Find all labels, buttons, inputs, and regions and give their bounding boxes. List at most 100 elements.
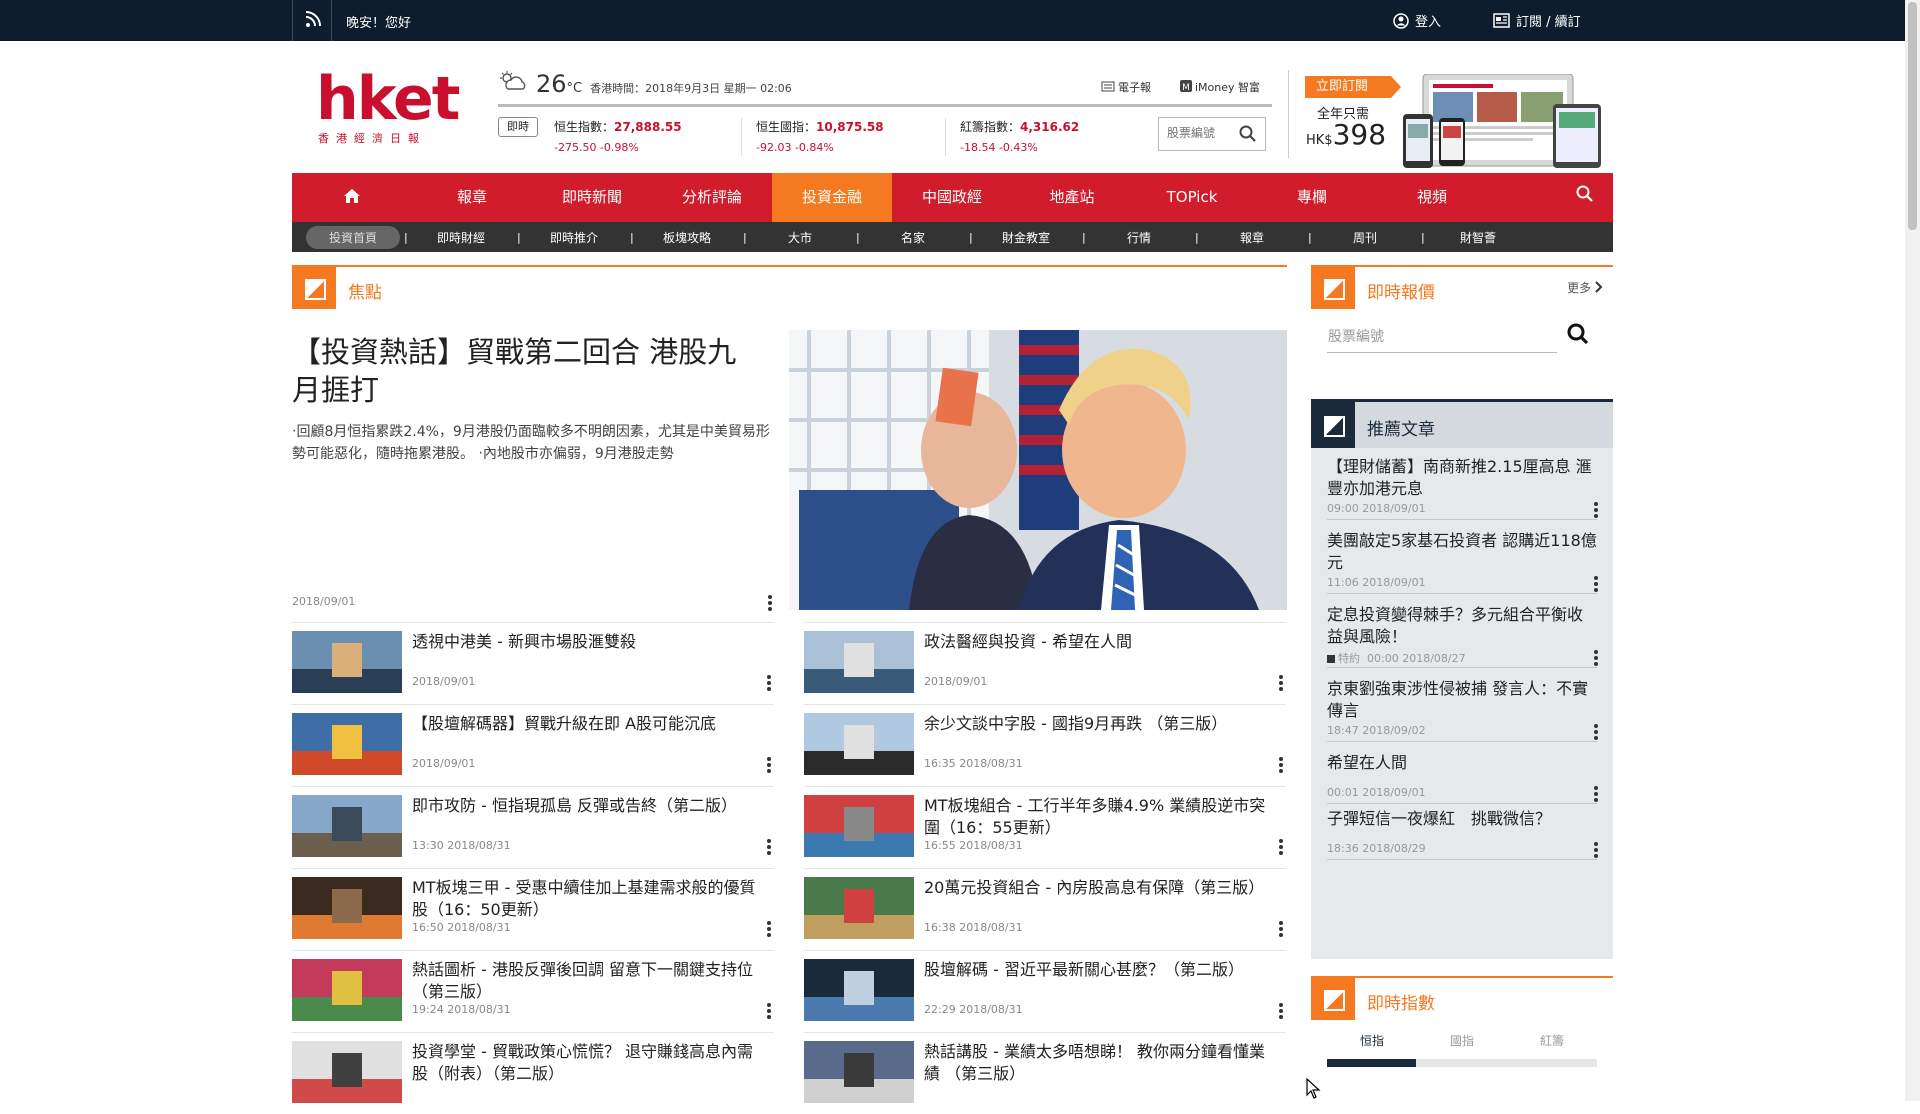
subscribe-now-tag[interactable]: 立即訂閱	[1305, 76, 1401, 98]
subscribe-link[interactable]: 訂閱 / 續訂	[1493, 11, 1581, 30]
nav-item-columns[interactable]: 專欄	[1252, 173, 1372, 222]
nav-item-property[interactable]: 地產站	[1012, 173, 1132, 222]
recommended-item[interactable]: 定息投資變得棘手？多元組合平衡收益與風險！ 特約 00:00 2018/08/27	[1327, 600, 1598, 668]
recommended-title[interactable]: 希望在人間	[1327, 748, 1597, 774]
recommended-title[interactable]: 定息投資變得棘手？多元組合平衡收益與風險！	[1327, 600, 1597, 648]
search-icon[interactable]	[1566, 322, 1590, 346]
nav-search[interactable]	[1492, 173, 1613, 222]
subnav-item-recommendations[interactable]: 即時推介	[518, 229, 630, 246]
article-card[interactable]: 股壇解碼 - 習近平最新關心甚麼？（第二版） 22:29 2018/08/31	[804, 950, 1286, 1032]
subnav-item-invest-home[interactable]: 投資首頁	[306, 225, 400, 249]
article-thumbnail[interactable]	[292, 1041, 402, 1103]
tab-hsi[interactable]: 恒指	[1327, 1032, 1417, 1049]
article-title[interactable]: 透視中港美 - 新興市場股滙雙殺	[412, 631, 764, 653]
recommended-item[interactable]: 希望在人間 00:01 2018/09/01	[1327, 748, 1598, 804]
search-icon[interactable]	[1239, 125, 1257, 143]
recommended-item[interactable]: 京東劉強東涉性侵被捕 發言人：不實傳言 18:47 2018/09/02	[1327, 674, 1598, 742]
more-options-icon[interactable]	[1279, 839, 1283, 857]
article-card[interactable]: 熱話圖析 - 港股反彈後回調 留意下一關鍵支持位 （第三版） 19:24 2018…	[292, 950, 774, 1032]
article-title[interactable]: 股壇解碼 - 習近平最新關心甚麼？（第二版）	[924, 959, 1276, 981]
article-thumbnail[interactable]	[804, 795, 914, 857]
article-title[interactable]: 政法醫經與投資 - 希望在人間	[924, 631, 1276, 653]
article-thumbnail[interactable]	[804, 631, 914, 693]
recommended-item[interactable]: 【理財儲蓄】南商新推2.15厘高息 滙豐亦加港元息 09:00 2018/09/0…	[1327, 452, 1598, 520]
nav-home[interactable]	[292, 173, 412, 222]
stock-search-input[interactable]	[1159, 118, 1239, 148]
more-options-icon[interactable]	[1594, 786, 1598, 804]
more-options-icon[interactable]	[768, 595, 772, 613]
subnav-item-wisdom[interactable]: 財智薈	[1422, 229, 1534, 246]
recommended-title[interactable]: 美團敲定5家基石投資者 認購近118億元	[1327, 526, 1597, 574]
article-thumbnail[interactable]	[292, 795, 402, 857]
recommended-item[interactable]: 美團敲定5家基石投資者 認購近118億元 11:06 2018/09/01	[1327, 526, 1598, 594]
more-options-icon[interactable]	[1279, 921, 1283, 939]
article-thumbnail[interactable]	[292, 713, 402, 775]
hero-image[interactable]	[789, 330, 1287, 610]
more-options-icon[interactable]	[1594, 576, 1598, 594]
subnav-item-quotes[interactable]: 行情	[1083, 229, 1195, 246]
article-title[interactable]: 熱話圖析 - 港股反彈後回調 留意下一關鍵支持位 （第三版）	[412, 959, 764, 1003]
article-thumbnail[interactable]	[804, 713, 914, 775]
article-title[interactable]: MT板塊組合 - 工行半年多賺4.9% 業績股逆市突圍（16：55更新）	[924, 795, 1276, 839]
subnav-item-classroom[interactable]: 財金教室	[970, 229, 1082, 246]
more-options-icon[interactable]	[767, 1003, 771, 1021]
article-title[interactable]: 余少文談中字股 - 國指9月再跌 （第三版）	[924, 713, 1276, 735]
subscription-promo[interactable]: 立即訂閱 全年只需 HK$398	[1305, 74, 1615, 172]
hscei-index[interactable]: 恒生國指：10,875.58 -92.03 -0.84%	[756, 118, 884, 154]
article-title[interactable]: 投資學堂 - 貿戰政策心慌慌？ 退守賺錢高息內需股（附表）（第二版）	[412, 1041, 764, 1085]
nav-item-investment[interactable]: 投資金融	[772, 173, 892, 222]
subnav-item-weekly[interactable]: 周刊	[1309, 229, 1421, 246]
nav-item-china-economy[interactable]: 中國政經	[892, 173, 1012, 222]
article-card[interactable]: MT板塊三甲 - 受惠中續佳加上基建需求般的優質股（16：50更新） 16:50 …	[292, 868, 774, 950]
article-card[interactable]: 政法醫經與投資 - 希望在人間 2018/09/01	[804, 622, 1286, 704]
hero-headline[interactable]: 【投資熱話】貿戰第二回合 港股九月捱打	[292, 333, 762, 409]
recommended-title[interactable]: 京東劉強東涉性侵被捕 發言人：不實傳言	[1327, 674, 1597, 722]
login-link[interactable]: 登入	[1393, 11, 1441, 30]
article-thumbnail[interactable]	[292, 959, 402, 1021]
more-options-icon[interactable]	[1594, 502, 1598, 520]
article-title[interactable]: 【股壇解碼器】貿戰升級在即 A股可能沉底	[412, 713, 764, 735]
more-options-icon[interactable]	[767, 757, 771, 775]
subnav-item-sectors[interactable]: 板塊攻略	[631, 229, 743, 246]
article-title[interactable]: 熱話講股 - 業績太多唔想睇！ 教你兩分鐘看懂業績 （第三版）	[924, 1041, 1276, 1085]
article-card[interactable]: 熱話講股 - 業績太多唔想睇！ 教你兩分鐘看懂業績 （第三版）	[804, 1032, 1286, 1114]
tab-redchip[interactable]: 紅籌	[1507, 1032, 1597, 1049]
recommended-title[interactable]: 【理財儲蓄】南商新推2.15厘高息 滙豐亦加港元息	[1327, 452, 1597, 500]
subnav-item-experts[interactable]: 名家	[857, 229, 969, 246]
more-options-icon[interactable]	[767, 675, 771, 693]
nav-item-topick[interactable]: TOPick	[1132, 173, 1252, 222]
recommended-item[interactable]: 子彈短信一夜爆紅 挑戰微信？ 18:36 2018/08/29	[1327, 804, 1598, 860]
more-options-icon[interactable]	[1279, 757, 1283, 775]
nav-item-analysis[interactable]: 分析評論	[652, 173, 772, 222]
more-options-icon[interactable]	[1594, 842, 1598, 860]
article-card[interactable]: 余少文談中字股 - 國指9月再跌 （第三版） 16:35 2018/08/31	[804, 704, 1286, 786]
recommended-title[interactable]: 子彈短信一夜爆紅 挑戰微信？	[1327, 804, 1597, 830]
article-card[interactable]: 20萬元投資組合 - 內房股高息有保障（第三版） 16:38 2018/08/31	[804, 868, 1286, 950]
more-options-icon[interactable]	[767, 921, 771, 939]
more-options-icon[interactable]	[1594, 650, 1598, 668]
subnav-item-market[interactable]: 大市	[744, 229, 856, 246]
hsi-index[interactable]: 恒生指數：27,888.55 -275.50 -0.98%	[554, 118, 682, 154]
subnav-item-newspaper[interactable]: 報章	[1196, 229, 1308, 246]
more-options-icon[interactable]	[1279, 675, 1283, 693]
quotes-more-link[interactable]: 更多	[1567, 279, 1603, 296]
article-card[interactable]: 投資學堂 - 貿戰政策心慌慌？ 退守賺錢高息內需股（附表）（第二版）	[292, 1032, 774, 1114]
imoney-link[interactable]: MiMoney 智富	[1180, 79, 1260, 95]
subnav-item-instant-finance[interactable]: 即時財經	[405, 229, 517, 246]
epaper-link[interactable]: 電子報	[1101, 79, 1151, 95]
article-thumbnail[interactable]	[804, 959, 914, 1021]
article-card[interactable]: 即市攻防 - 恒指現孤島 反彈或告終（第二版） 13:30 2018/08/31	[292, 786, 774, 868]
more-options-icon[interactable]	[1594, 724, 1598, 742]
nav-item-instant-news[interactable]: 即時新聞	[532, 173, 652, 222]
rss-icon[interactable]	[292, 0, 332, 41]
hket-logo[interactable]: hket 香港經濟日報	[316, 68, 460, 150]
nav-item-newspaper[interactable]: 報章	[412, 173, 532, 222]
article-thumbnail[interactable]	[292, 877, 402, 939]
article-title[interactable]: 20萬元投資組合 - 內房股高息有保障（第三版）	[924, 877, 1276, 899]
more-options-icon[interactable]	[1279, 1003, 1283, 1021]
article-title[interactable]: MT板塊三甲 - 受惠中續佳加上基建需求般的優質股（16：50更新）	[412, 877, 764, 921]
article-title[interactable]: 即市攻防 - 恒指現孤島 反彈或告終（第二版）	[412, 795, 764, 817]
redchip-index[interactable]: 紅籌指數：4,316.62 -18.54 -0.43%	[960, 118, 1079, 154]
article-card[interactable]: 透視中港美 - 新興市場股滙雙殺 2018/09/01	[292, 622, 774, 704]
tab-hscei[interactable]: 國指	[1417, 1032, 1507, 1049]
